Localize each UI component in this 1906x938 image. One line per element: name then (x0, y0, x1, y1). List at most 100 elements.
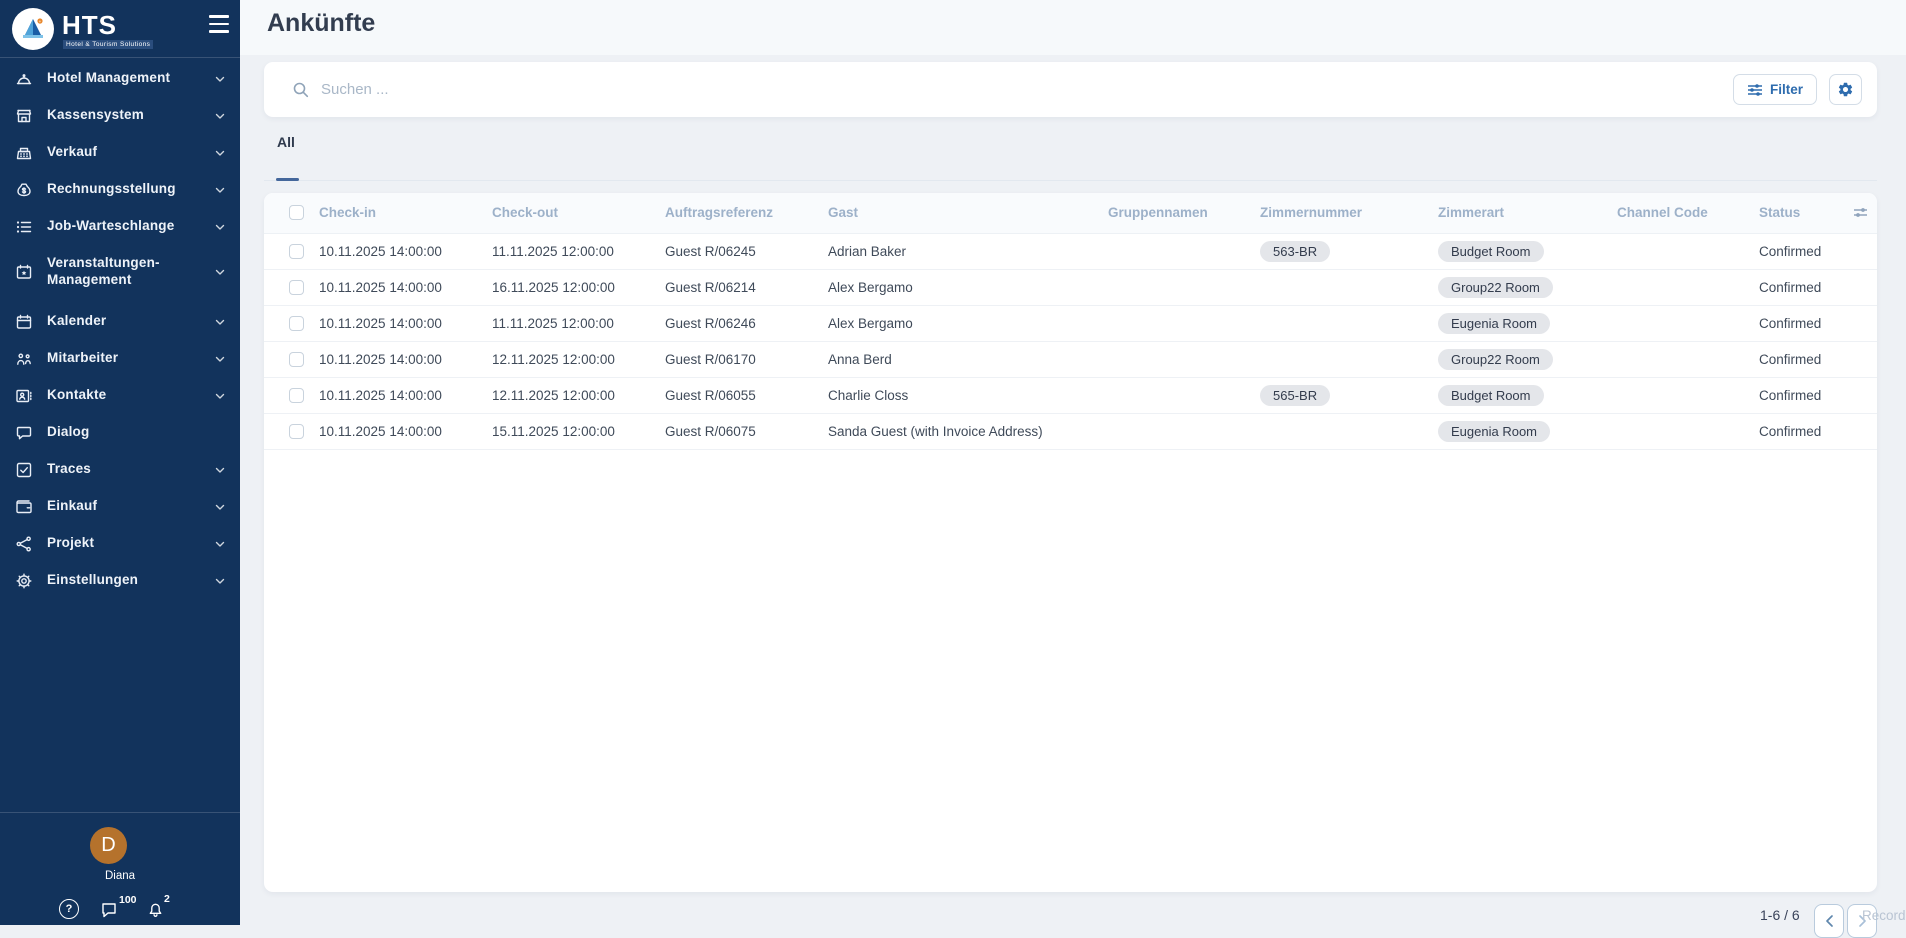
tabbar-divider (264, 180, 1877, 181)
cell-channel-code (1617, 341, 1759, 377)
sidebar-item-label: Einkauf (47, 498, 214, 515)
row-checkbox[interactable] (289, 244, 304, 259)
topbar (240, 0, 1906, 55)
cell-reference: Guest R/06055 (665, 377, 828, 413)
sidebar-item-hotel-management[interactable]: Hotel Management (0, 60, 240, 97)
filter-button[interactable]: Filter (1733, 74, 1817, 105)
sliders-icon (1747, 83, 1763, 97)
tabbar: All (264, 134, 1877, 163)
hotel-icon (14, 69, 34, 89)
cell-guest: Sanda Guest (with Invoice Address) (828, 413, 1108, 449)
table-header-row: Check-in Check-out Auftragsreferenz Gast… (264, 193, 1877, 233)
row-checkbox[interactable] (289, 388, 304, 403)
cell-guest: Alex Bergamo (828, 269, 1108, 305)
column-settings-icon[interactable] (1852, 205, 1877, 220)
sidebar-item-rechnungsstellung[interactable]: Rechnungsstellung (0, 171, 240, 208)
cell-check-out: 12.11.2025 12:00:00 (492, 341, 665, 377)
table-row[interactable]: 10.11.2025 14:00:00 11.11.2025 12:00:00 … (264, 305, 1877, 341)
money-bag-icon (14, 180, 34, 200)
cell-check-out: 11.11.2025 12:00:00 (492, 233, 665, 269)
notifications-bell-icon[interactable] (146, 901, 165, 925)
sidebar-item-traces[interactable]: Traces (0, 451, 240, 488)
arrivals-table: Check-in Check-out Auftragsreferenz Gast… (264, 193, 1877, 450)
column-header-check-out[interactable]: Check-out (492, 193, 665, 233)
page-title: Ankünfte (267, 9, 375, 38)
table-row[interactable]: 10.11.2025 14:00:00 12.11.2025 12:00:00 … (264, 377, 1877, 413)
sidebar-item-mitarbeiter[interactable]: Mitarbeiter (0, 340, 240, 377)
nodes-icon (14, 534, 34, 554)
row-checkbox[interactable] (289, 352, 304, 367)
table-row[interactable]: 10.11.2025 14:00:00 12.11.2025 12:00:00 … (264, 341, 1877, 377)
column-header-group[interactable]: Gruppennamen (1108, 193, 1260, 233)
main-content: Ankünfte Filter All Check-in (240, 0, 1906, 925)
row-checkbox[interactable] (289, 424, 304, 439)
sidebar-item-label: Verkauf (47, 144, 214, 161)
chevron-down-icon (214, 73, 226, 85)
calendar-star-icon (14, 262, 34, 282)
column-header-guest[interactable]: Gast (828, 193, 1108, 233)
cell-check-in: 10.11.2025 14:00:00 (319, 305, 492, 341)
pagination-prev-button[interactable] (1814, 904, 1844, 938)
sidebar-item-label: Kassensystem (47, 107, 214, 124)
select-all-checkbox[interactable] (289, 205, 304, 220)
sidebar-item-kalender[interactable]: Kalender (0, 303, 240, 340)
sidebar-item-projekt[interactable]: Projekt (0, 525, 240, 562)
row-checkbox[interactable] (289, 316, 304, 331)
column-header-channel-code[interactable]: Channel Code (1617, 193, 1759, 233)
sidebar-item-kontakte[interactable]: Kontakte (0, 377, 240, 414)
help-icon[interactable]: ? (59, 899, 79, 919)
sidebar-item-dialog[interactable]: Dialog (0, 414, 240, 451)
column-header-room-number[interactable]: Zimmernummer (1260, 193, 1438, 233)
sidebar-item-label: Traces (47, 461, 214, 478)
chevron-left-icon (1824, 914, 1835, 928)
wallet-icon (14, 497, 34, 517)
svg-text:+: + (39, 19, 42, 24)
cell-reference: Guest R/06245 (665, 233, 828, 269)
sidebar-item-einstellungen[interactable]: Einstellungen (0, 562, 240, 599)
column-header-room-type[interactable]: Zimmerart (1438, 193, 1617, 233)
cell-status: Confirmed (1759, 377, 1852, 413)
contact-card-icon (14, 386, 34, 406)
settings-gear-button[interactable] (1829, 74, 1862, 105)
sidebar-item-veranstaltungen-management[interactable]: Veranstaltungen-Management (0, 245, 240, 299)
messages-icon[interactable] (100, 902, 119, 924)
sidebar-item-verkauf[interactable]: Verkauf (0, 134, 240, 171)
cell-channel-code (1617, 269, 1759, 305)
chevron-down-icon (214, 266, 226, 278)
search-input[interactable] (321, 81, 1733, 98)
cell-check-in: 10.11.2025 14:00:00 (319, 233, 492, 269)
sidebar-item-einkauf[interactable]: Einkauf (0, 488, 240, 525)
room-number-badge: 563-BR (1260, 241, 1330, 262)
logo-row: + HTS Hotel & Tourism Solutions (0, 0, 240, 58)
gear-icon (1837, 81, 1854, 98)
sidebar-footer: ? 100 2 (0, 896, 240, 925)
sidebar-item-kassensystem[interactable]: Kassensystem (0, 97, 240, 134)
cell-group (1108, 341, 1260, 377)
tab-all[interactable]: All (277, 134, 295, 163)
table-row[interactable]: 10.11.2025 14:00:00 11.11.2025 12:00:00 … (264, 233, 1877, 269)
chevron-down-icon (214, 575, 226, 587)
room-type-badge: Group22 Room (1438, 349, 1553, 370)
column-header-status[interactable]: Status (1759, 193, 1852, 233)
cell-reference: Guest R/06170 (665, 341, 828, 377)
sidebar-item-job-warteschlange[interactable]: Job-Warteschlange (0, 208, 240, 245)
hamburger-menu-icon[interactable] (206, 13, 232, 35)
cell-check-in: 10.11.2025 14:00:00 (319, 341, 492, 377)
records-per-page-label: Record (1862, 908, 1906, 923)
cell-channel-code (1617, 377, 1759, 413)
avatar[interactable]: D (90, 827, 127, 864)
column-header-reference[interactable]: Auftragsreferenz (665, 193, 828, 233)
cell-guest: Adrian Baker (828, 233, 1108, 269)
cell-guest: Anna Berd (828, 341, 1108, 377)
chevron-down-icon (214, 501, 226, 513)
column-header-check-in[interactable]: Check-in (319, 193, 492, 233)
cell-check-out: 16.11.2025 12:00:00 (492, 269, 665, 305)
cell-group (1108, 377, 1260, 413)
cell-check-in: 10.11.2025 14:00:00 (319, 377, 492, 413)
row-checkbox[interactable] (289, 280, 304, 295)
room-type-badge: Budget Room (1438, 241, 1544, 262)
pagination-range: 1-6 / 6 (1760, 907, 1800, 923)
table-row[interactable]: 10.11.2025 14:00:00 15.11.2025 12:00:00 … (264, 413, 1877, 449)
logo-tagline: Hotel & Tourism Solutions (63, 40, 153, 49)
table-row[interactable]: 10.11.2025 14:00:00 16.11.2025 12:00:00 … (264, 269, 1877, 305)
